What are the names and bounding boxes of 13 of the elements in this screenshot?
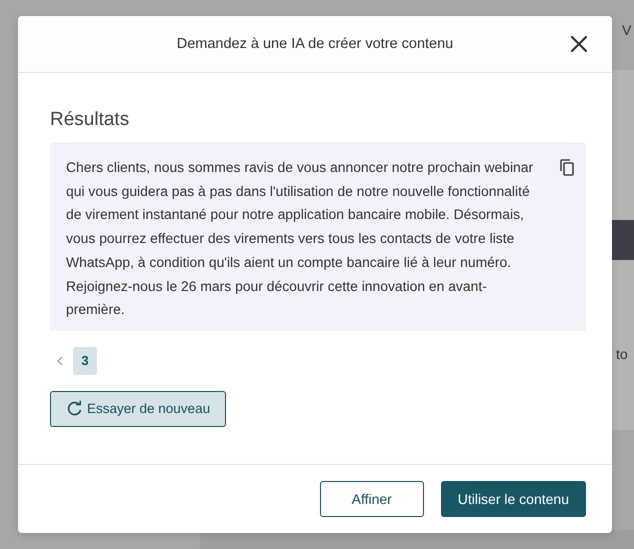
page-button[interactable]: 3: [73, 346, 97, 375]
background-text: V: [622, 22, 632, 38]
close-icon[interactable]: [570, 35, 588, 53]
previous-page-icon[interactable]: [57, 356, 63, 366]
refresh-icon: [66, 400, 83, 418]
use-content-button[interactable]: Utiliser le contenu: [440, 480, 586, 516]
dialog-title: Demandez à une IA de créer votre contenu: [176, 36, 454, 52]
background-text: to: [616, 346, 628, 362]
result-text: Chers clients, nous sommes ravis de vous annoncer notre prochain webinar qui vous guidera pas à pas dans l'utilisation de notre nouvelle fonctionnalité de virement instantané pour notre application bancaire mobile. Désormais, vous pourrez effectuer des virements vers tous les contacts de votre liste WhatsApp, à condition qu'ils aient un compte bancaire lié à leur numéro. Rejoignez-nous le 26 mars pour découvrir cette innovation en avant-première.: [66, 158, 534, 320]
retry-button[interactable]: Essayer de nouveau: [50, 390, 226, 427]
section-title: Résultats: [50, 109, 130, 131]
refine-button[interactable]: Affiner: [320, 480, 424, 516]
copy-icon[interactable]: [560, 159, 574, 176]
